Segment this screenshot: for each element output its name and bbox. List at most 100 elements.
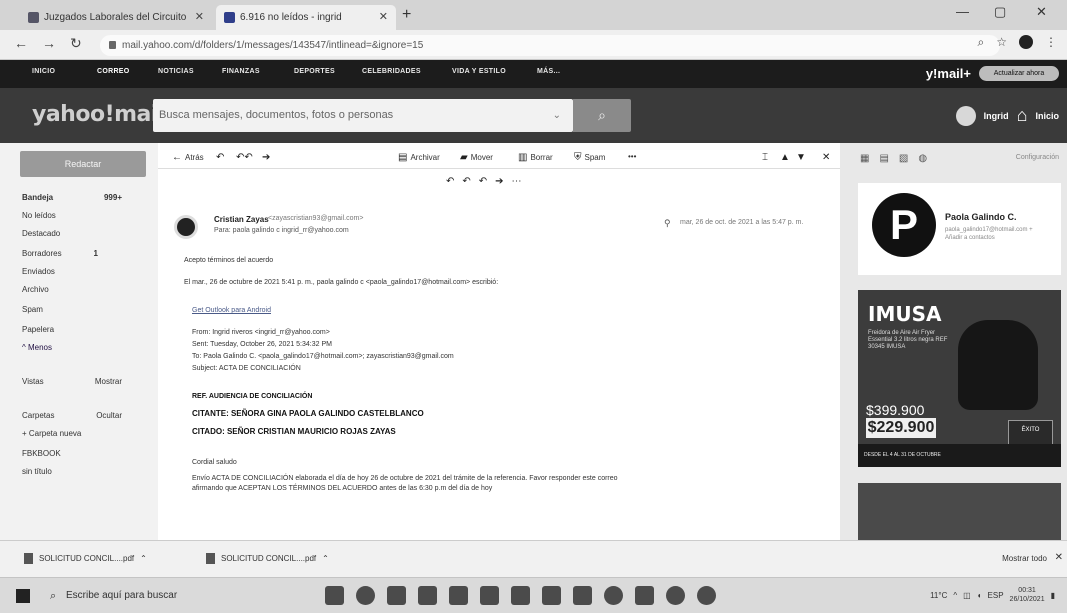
browser-tab-2[interactable]: 6.916 no leídos - ingrid ✕ [216,5,396,30]
contacts-icon[interactable]: ▦ [860,153,869,164]
yahoo-mail-logo[interactable]: yahoo!mail [32,102,165,127]
ad-banner-2[interactable] [858,483,1061,540]
outlook-link[interactable]: Get Outlook para Android [192,307,271,314]
edge-icon[interactable] [356,586,375,605]
move-button[interactable]: ▰ Mover [460,152,493,163]
help-icon[interactable]: ◍ [918,153,927,164]
settings-link[interactable]: Configuración [1016,154,1059,161]
sidebar-item-inbox[interactable]: Bandeja 999+ [22,193,132,202]
print-icon[interactable]: ⌶ [762,152,768,163]
sidebar-less-toggle[interactable]: ^ Menos [22,343,132,352]
chevron-down-icon[interactable]: ⌄ [553,99,561,132]
nav-sports-link[interactable]: DEPORTES [294,68,335,75]
back-arrow-icon[interactable]: ← [14,35,28,51]
windows-start-icon[interactable] [16,589,30,603]
excel-icon[interactable] [511,586,530,605]
reload-icon[interactable]: ↻ [70,35,82,52]
new-tab-button[interactable]: + [402,6,411,24]
forward-icon[interactable]: ➔ [262,152,270,163]
circle-app-icon[interactable] [666,586,685,605]
ad-banner[interactable]: IMUSA Freidora de Aire Air Fryer Essenti… [858,290,1061,467]
close-icon[interactable]: ✕ [1055,552,1063,563]
star-icon[interactable]: ☆ [996,35,1007,50]
close-icon[interactable]: ✕ [822,152,830,163]
archive-button[interactable]: ▤ Archivar [398,152,440,163]
maximize-icon[interactable]: ▢ [994,4,1006,20]
sidebar-item-unread[interactable]: No leídos [22,211,132,220]
calculator-icon[interactable] [418,586,437,605]
download-item-2[interactable]: SOLICITUD CONCIL....pdf ⌃ [206,553,329,564]
network-icon[interactable]: ◫ [963,591,971,600]
sidebar-item-trash[interactable]: Papelera [22,325,132,334]
close-window-icon[interactable]: ✕ [1036,4,1047,20]
search-input[interactable]: Busca mensajes, documentos, fotos o pers… [153,99,573,132]
forward-arrow-icon[interactable]: → [42,35,56,51]
nav-more-link[interactable]: MÁS... [537,68,560,75]
inline-reply-icons[interactable]: ↶↶↶➔⋯ [446,176,530,187]
chevron-up-icon[interactable]: ⌃ [322,554,329,563]
app-icon[interactable] [635,586,654,605]
sender-avatar[interactable] [174,215,198,239]
nav-celebrities-link[interactable]: CELEBRIDADES [362,68,421,75]
sidebar-item-sent[interactable]: Enviados [22,267,132,276]
reply-all-icon[interactable]: ↶↶ [236,152,253,163]
tab-close-icon[interactable]: ✕ [195,5,204,30]
task-view-icon[interactable] [325,586,344,605]
zoom-icon[interactable]: ⌕ [978,35,985,50]
menu-dots-icon[interactable]: ⋮ [1045,35,1057,50]
nav-lifestyle-link[interactable]: VIDA Y ESTILO [452,68,506,75]
back-button[interactable]: ← Atrás [172,152,204,163]
contact-name[interactable]: Paola Galindo C. [945,212,1017,222]
reply-icon[interactable]: ↶ [216,152,224,163]
app-icon[interactable] [449,586,468,605]
weather-temp[interactable]: 11°C [930,591,947,600]
spam-button[interactable]: ⛨ Spam [574,152,605,163]
next-message-icon[interactable]: ▼ [796,152,806,163]
avatar[interactable] [955,105,976,126]
sidebar-item-starred[interactable]: Destacado [22,229,132,238]
sidebar-item-fbkbook[interactable]: FBKBOOK [22,449,132,458]
volume-icon[interactable]: ◖ [977,591,982,600]
search-button[interactable]: ⌕ [573,99,631,132]
powerpoint-icon[interactable] [542,586,561,605]
chevron-up-icon[interactable]: ^ [953,591,957,600]
word-icon[interactable] [480,586,499,605]
url-field[interactable]: mail.yahoo.com/d/folders/1/messages/1435… [100,35,1000,56]
home-label[interactable]: Inicio [1035,111,1059,121]
sender-name[interactable]: Cristian Zayas [214,215,269,224]
browser-tab-1[interactable]: Juzgados Laborales del Circuito ✕ [20,5,212,30]
compose-button[interactable]: Redactar [20,151,146,177]
upgrade-button[interactable]: Actualizar ahora [979,66,1059,81]
profile-icon[interactable] [1019,35,1033,49]
nav-news-link[interactable]: NOTICIAS [158,68,194,75]
sidebar-item-drafts[interactable]: Borradores 1 [22,249,132,258]
chrome-icon[interactable] [697,586,716,605]
nav-finance-link[interactable]: FINANZAS [222,68,260,75]
store-icon[interactable] [387,586,406,605]
lock-icon[interactable] [573,586,592,605]
delete-button[interactable]: ▥ Borrar [518,152,553,163]
folders-toggle[interactable]: Ocultar [96,411,122,420]
user-name[interactable]: Ingrid [984,111,1009,121]
nav-mail-link[interactable]: CORREO [97,68,130,75]
sidebar-item-archive[interactable]: Archivo [22,285,132,294]
clock[interactable]: 00:31 26/10/2021 [1010,586,1045,604]
chevron-up-icon[interactable]: ⌃ [140,554,147,563]
more-actions-button[interactable]: ••• [628,152,636,161]
taskbar-search-input[interactable]: ⌕ Escribe aquí para buscar [48,585,303,607]
moon-icon[interactable] [604,586,623,605]
minimize-icon[interactable]: — [956,4,969,19]
sidebar-item-untitled[interactable]: sin título [22,467,132,476]
notifications-icon[interactable]: ▮ [1051,591,1055,600]
new-folder-button[interactable]: + Carpeta nueva [22,429,132,438]
views-toggle[interactable]: Mostrar [95,377,122,386]
nav-home-link[interactable]: INICIO [32,68,55,75]
notepad-icon[interactable]: ▧ [899,153,908,164]
prev-message-icon[interactable]: ▲ [780,152,790,163]
calendar-icon[interactable]: ▤ [879,153,888,164]
home-icon[interactable]: ⌂ [1017,105,1028,126]
sidebar-item-spam[interactable]: Spam [22,305,132,314]
tab-close-icon[interactable]: ✕ [379,5,388,30]
show-all-downloads-button[interactable]: Mostrar todo [1002,554,1047,563]
download-item-1[interactable]: SOLICITUD CONCIL....pdf ⌃ [24,553,147,564]
